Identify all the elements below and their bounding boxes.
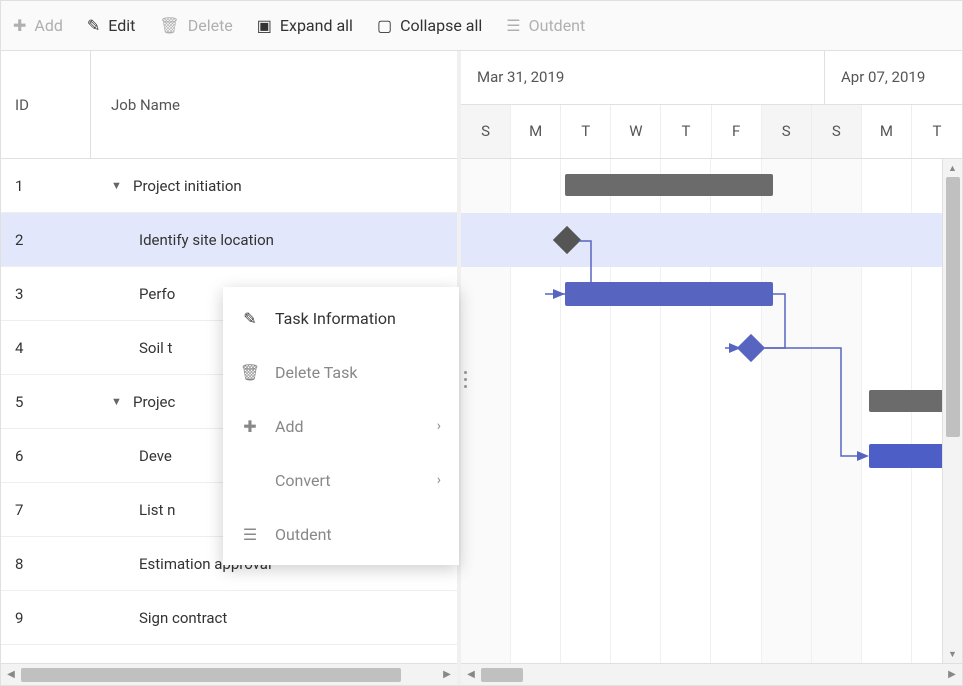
edit-button[interactable]: ✎ Edit [87, 16, 136, 35]
add-button: ✚ Add [13, 16, 63, 35]
outdent-icon: ☰ [241, 525, 259, 544]
table-row[interactable]: 1 ▼Project initiation [1, 159, 457, 213]
chart-header: Mar 31, 2019 Apr 07, 2019 S M T W T F S … [461, 51, 962, 159]
cm-add[interactable]: ✚ Add › [223, 399, 459, 453]
content: ID Job Name 1 ▼Project initiation 2 Iden… [1, 51, 962, 685]
scroll-left-icon[interactable]: ◀ [1, 665, 21, 685]
grid-hscroll[interactable]: ◀ ▶ [1, 663, 457, 685]
table-row[interactable]: 2 Identify site location [1, 213, 457, 267]
cm-delete-task[interactable]: 🗑 Delete Task [223, 345, 459, 399]
week-row: Mar 31, 2019 Apr 07, 2019 [461, 51, 962, 105]
grid-header: ID Job Name [1, 51, 457, 159]
scroll-right-icon[interactable]: ▶ [437, 665, 457, 685]
day-label: T [561, 105, 611, 159]
milestone[interactable] [737, 334, 765, 362]
collapse-all-button[interactable]: ▢ Collapse all [377, 16, 482, 35]
summary-bar[interactable] [869, 390, 949, 412]
splitter-handle[interactable] [461, 371, 469, 388]
delete-button: 🗑 Delete [159, 16, 232, 35]
cm-convert[interactable]: Convert › [223, 453, 459, 507]
week-label: Mar 31, 2019 [461, 51, 825, 104]
chart-row [461, 159, 962, 213]
chart-row [461, 321, 962, 375]
col-header-id[interactable]: ID [1, 51, 91, 158]
chart-row [461, 375, 962, 429]
chart-hscroll[interactable]: ◀ ▶ [461, 663, 962, 685]
chart-row [461, 591, 962, 645]
scroll-thumb[interactable] [946, 177, 960, 437]
day-label: M [862, 105, 912, 159]
chart-body [461, 159, 962, 663]
chart-row [461, 213, 962, 267]
chart-row [461, 267, 962, 321]
pencil-icon: ✎ [241, 309, 259, 328]
cm-outdent[interactable]: ☰ Outdent [223, 507, 459, 561]
col-header-name[interactable]: Job Name [91, 51, 457, 158]
day-label: W [611, 105, 661, 159]
day-label: T [912, 105, 962, 159]
table-row[interactable]: 9 Sign contract [1, 591, 457, 645]
day-label: S [762, 105, 812, 159]
chart-vscroll[interactable]: ▲ ▼ [942, 159, 962, 663]
pencil-icon: ✎ [87, 16, 100, 35]
expand-icon: ▣ [257, 16, 272, 35]
week-label: Apr 07, 2019 [825, 51, 962, 104]
chevron-right-icon: › [437, 418, 441, 434]
trash-icon: 🗑 [159, 16, 179, 35]
scroll-thumb[interactable] [21, 668, 401, 682]
outdent-icon: ☰ [506, 16, 520, 35]
chart-pane: Mar 31, 2019 Apr 07, 2019 S M T W T F S … [461, 51, 962, 685]
gantt-app: ✚ Add ✎ Edit 🗑 Delete ▣ Expand all ▢ Col… [0, 0, 963, 686]
chevron-right-icon: › [437, 472, 441, 488]
day-label: S [461, 105, 511, 159]
task-bar[interactable] [565, 282, 773, 306]
day-row: S M T W T F S S M T [461, 105, 962, 159]
chart-row [461, 483, 962, 537]
summary-bar[interactable] [565, 174, 773, 196]
day-label: M [511, 105, 561, 159]
chart-row [461, 537, 962, 591]
scroll-down-icon[interactable]: ▼ [944, 645, 962, 663]
cm-task-information[interactable]: ✎ Task Information [223, 291, 459, 345]
context-menu: ✎ Task Information 🗑 Delete Task ✚ Add ›… [223, 287, 459, 565]
plus-icon: ✚ [241, 417, 259, 436]
scroll-thumb[interactable] [481, 668, 523, 682]
collapse-icon: ▢ [377, 16, 392, 35]
milestone[interactable] [553, 226, 581, 254]
plus-icon: ✚ [13, 16, 26, 35]
chart-row [461, 429, 962, 483]
scroll-right-icon[interactable]: ▶ [942, 665, 962, 685]
expand-all-button[interactable]: ▣ Expand all [257, 16, 353, 35]
toggle-icon[interactable]: ▼ [111, 179, 125, 192]
day-label: S [812, 105, 862, 159]
toolbar: ✚ Add ✎ Edit 🗑 Delete ▣ Expand all ▢ Col… [1, 1, 962, 51]
task-bar[interactable] [869, 444, 949, 468]
toggle-icon[interactable]: ▼ [111, 395, 125, 408]
scroll-up-icon[interactable]: ▲ [944, 159, 962, 177]
trash-icon: 🗑 [241, 363, 259, 382]
scroll-left-icon[interactable]: ◀ [461, 665, 481, 685]
day-label: T [661, 105, 711, 159]
day-label: F [712, 105, 762, 159]
outdent-button: ☰ Outdent [506, 16, 585, 35]
